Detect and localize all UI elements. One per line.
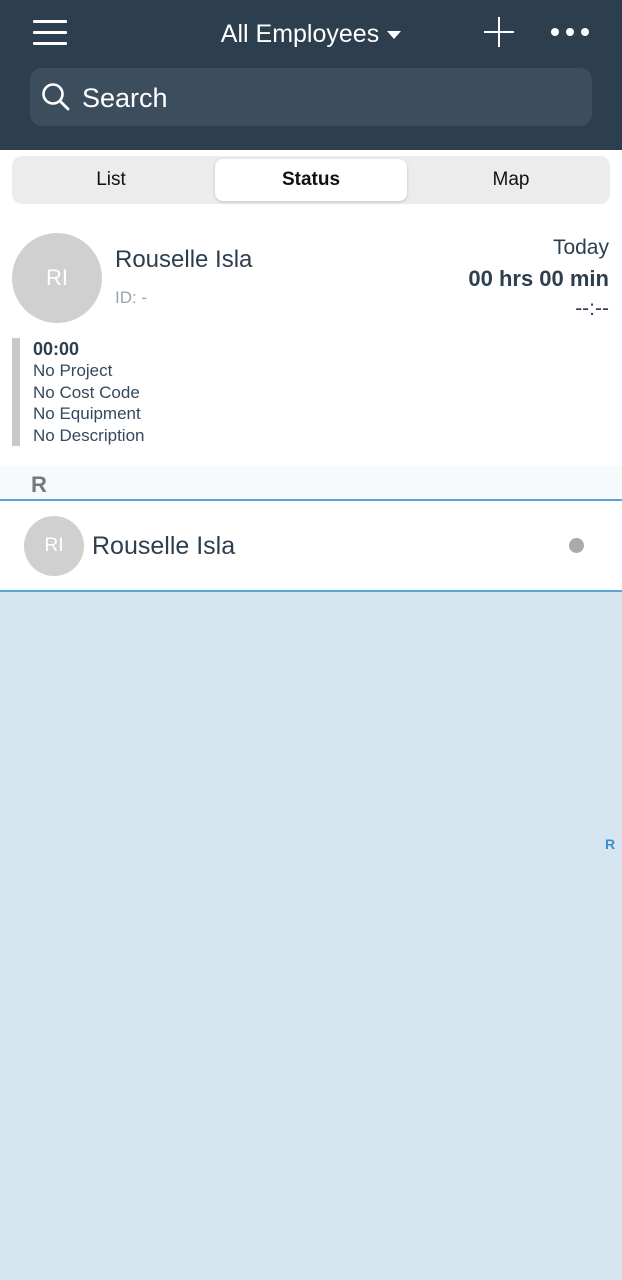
search-icon xyxy=(42,83,70,111)
tab-map[interactable]: Map xyxy=(415,159,607,201)
entry-description: No Description xyxy=(33,425,145,445)
section-letter: R xyxy=(31,472,47,497)
index-letter-r[interactable]: R xyxy=(605,836,615,852)
status-dot-icon xyxy=(569,538,584,553)
tab-list[interactable]: List xyxy=(15,159,207,201)
tab-status[interactable]: Status xyxy=(215,159,407,201)
avatar: RI xyxy=(12,233,102,323)
avatar: RI xyxy=(24,516,84,576)
more-dots-icon[interactable] xyxy=(551,28,589,38)
list-item[interactable]: RI Rouselle Isla xyxy=(0,501,622,592)
employee-name: Rouselle Isla xyxy=(115,246,253,273)
entry-project: No Project xyxy=(33,361,113,380)
day-label: Today xyxy=(552,236,609,259)
clock-time: --:-- xyxy=(575,297,609,320)
view-tabs-area: List Status Map xyxy=(0,150,622,210)
search-input[interactable] xyxy=(80,78,564,118)
segmented-control: List Status Map xyxy=(12,156,610,204)
page-title: All Employees xyxy=(220,20,380,48)
search-bar[interactable] xyxy=(30,68,592,126)
entry-indicator-bar xyxy=(12,338,20,446)
top-nav-bar: All Employees xyxy=(0,0,622,150)
plus-icon[interactable] xyxy=(484,17,514,47)
caret-down-icon xyxy=(387,31,402,40)
time-entry: 00:00 No Project No Cost Code No Equipme… xyxy=(33,338,145,446)
employee-name: Rouselle Isla xyxy=(92,532,236,560)
employee-status-card[interactable]: RI Rouselle Isla ID: - Today 00 hrs 00 m… xyxy=(0,210,622,466)
employee-id: ID: - xyxy=(115,288,148,307)
entry-time: 00:00 xyxy=(33,339,80,359)
hours-total: 00 hrs 00 min xyxy=(468,266,609,291)
section-header: R xyxy=(0,466,622,501)
employee-filter-dropdown[interactable]: All Employees xyxy=(220,18,402,50)
entry-equipment: No Equipment xyxy=(33,404,141,423)
hamburger-menu-icon[interactable] xyxy=(33,20,67,46)
entry-cost-code: No Cost Code xyxy=(33,382,140,402)
